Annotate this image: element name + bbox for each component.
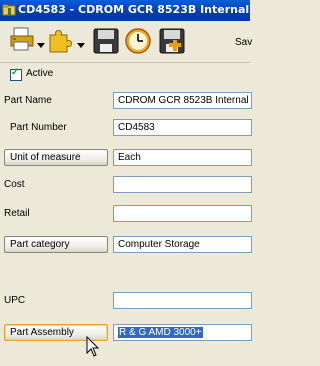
print-icon[interactable] (10, 27, 34, 53)
part-name-field[interactable]: CDROM GCR 8523B Internal (113, 92, 252, 109)
part-assembly-value: R & G AMD 3000+ (118, 327, 203, 338)
part-assembly-field[interactable]: R & G AMD 3000+ (113, 324, 252, 341)
active-label: Active (26, 68, 54, 79)
part-number-field[interactable]: CD4583 (113, 119, 252, 136)
part-name-label: Part Name (4, 95, 52, 106)
upc-label: UPC (4, 295, 26, 306)
unit-of-measure-field[interactable]: Each (113, 149, 252, 166)
title-bar[interactable]: CD4583 - CDROM GCR 8523B Internal (0, 0, 250, 21)
save-label[interactable]: Sav (235, 37, 252, 48)
part-category-field[interactable]: Computer Storage (113, 236, 252, 253)
part-category-button[interactable]: Part category (4, 236, 108, 253)
print-dropdown-icon[interactable] (37, 43, 45, 48)
check-mark-icon: ✓ (11, 67, 20, 78)
folder-icon (2, 4, 16, 16)
save-new-icon[interactable] (158, 27, 186, 55)
window-title: CD4583 - CDROM GCR 8523B Internal (18, 3, 250, 16)
clock-icon[interactable] (124, 27, 152, 55)
toolbar: Sav (0, 21, 252, 63)
cost-label: Cost (4, 179, 25, 190)
unit-of-measure-button[interactable]: Unit of measure (4, 149, 108, 166)
cost-field[interactable] (113, 176, 252, 193)
part-number-label: Part Number (10, 122, 67, 133)
upc-field[interactable] (113, 292, 252, 309)
retail-field[interactable] (113, 205, 252, 222)
retail-label: Retail (4, 208, 30, 219)
puzzle-icon[interactable] (47, 27, 73, 53)
mouse-pointer-icon (86, 336, 100, 357)
save-disk-icon[interactable] (92, 27, 120, 55)
active-checkbox[interactable]: ✓ (10, 67, 22, 81)
puzzle-dropdown-icon[interactable] (77, 43, 85, 48)
